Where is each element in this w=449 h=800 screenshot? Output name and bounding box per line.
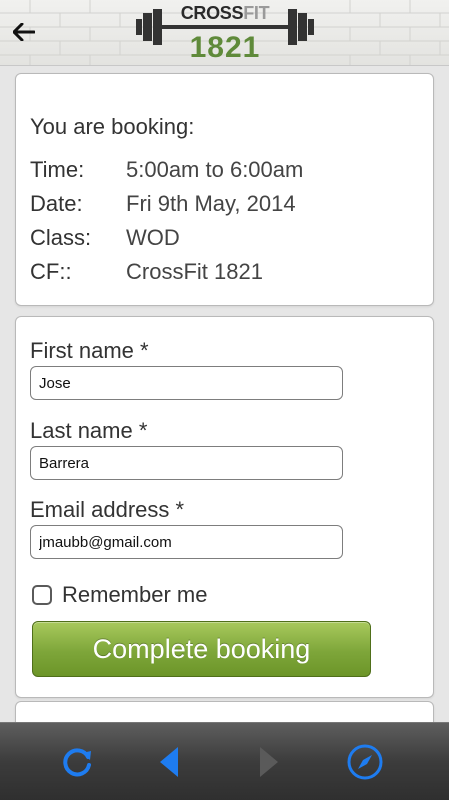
- first-name-input[interactable]: [30, 366, 343, 400]
- app-header: CROSSFIT 1821: [0, 0, 449, 66]
- info-value: WOD: [126, 225, 180, 250]
- crossfit-logo: CROSSFIT 1821: [134, 3, 316, 65]
- refresh-icon: [63, 748, 91, 777]
- compass-button[interactable]: [340, 737, 390, 787]
- booking-form-card: First name * Last name * Email address *…: [15, 316, 434, 698]
- complete-booking-button[interactable]: Complete booking: [32, 621, 371, 677]
- back-icon: [160, 747, 178, 777]
- refresh-button[interactable]: [52, 737, 102, 787]
- back-nav-button[interactable]: [144, 737, 194, 787]
- info-key: Date:: [30, 191, 83, 216]
- back-button[interactable]: [8, 14, 40, 50]
- first-name-label: First name *: [30, 338, 149, 363]
- info-value: Fri 9th May, 2014: [126, 191, 296, 216]
- booking-summary-card: You are booking: Time: 5:00am to 6:00am …: [15, 73, 434, 306]
- info-key: Time:: [30, 157, 85, 182]
- forward-nav-button[interactable]: [244, 737, 294, 787]
- last-name-input[interactable]: [30, 446, 343, 480]
- email-label: Email address *: [30, 497, 185, 522]
- remember-me-checkbox[interactable]: [32, 585, 52, 605]
- info-key: CF::: [30, 259, 72, 284]
- forward-icon: [260, 747, 278, 777]
- compass-icon: [347, 744, 383, 780]
- remember-me-label[interactable]: Remember me: [62, 582, 207, 608]
- email-input[interactable]: [30, 525, 343, 559]
- booking-title: You are booking:: [30, 114, 195, 139]
- browser-toolbar: [0, 722, 449, 800]
- logo-text-number: 1821: [189, 31, 261, 64]
- info-key: Class:: [30, 225, 92, 250]
- logo-text-top: CROSSFIT: [180, 3, 270, 23]
- info-value: CrossFit 1821: [126, 259, 263, 284]
- remember-me-row[interactable]: Remember me: [32, 582, 207, 608]
- arrow-left-icon: [13, 23, 35, 41]
- info-value: 5:00am to 6:00am: [126, 157, 304, 182]
- last-name-label: Last name *: [30, 418, 148, 443]
